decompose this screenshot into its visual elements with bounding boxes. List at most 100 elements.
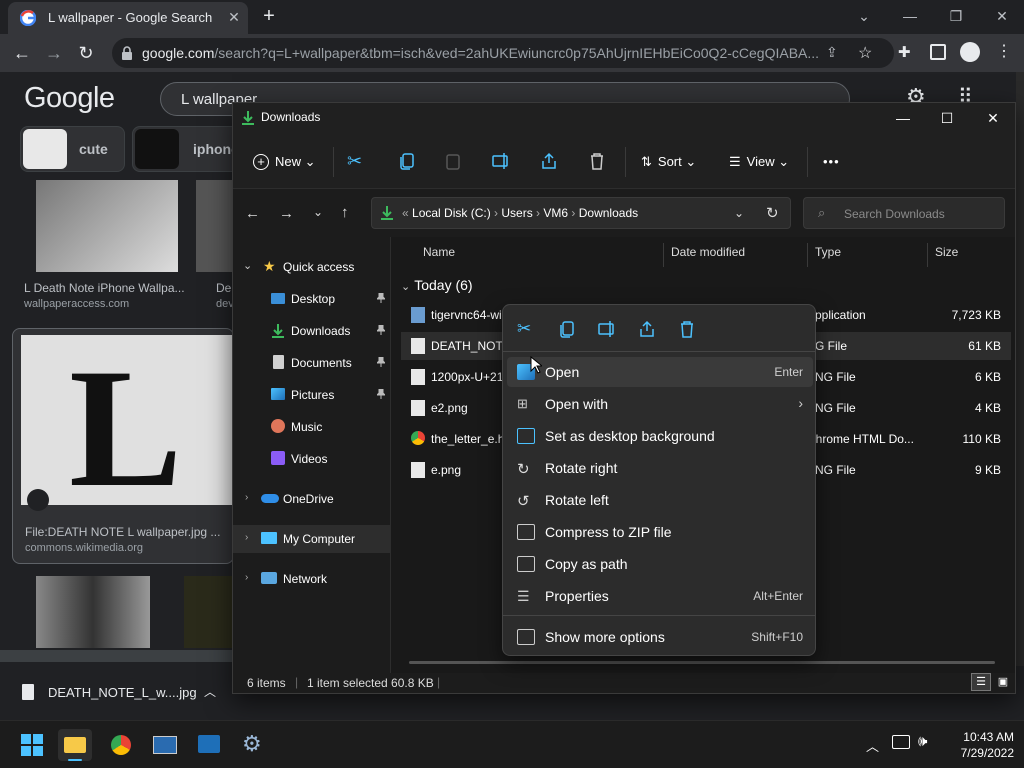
explorer-maximize-button[interactable]: ☐ — [927, 107, 967, 129]
chevron-up-icon[interactable]: ︿ — [204, 683, 216, 700]
start-windows-icon[interactable] — [20, 733, 44, 757]
recent-locations-icon[interactable]: ⌄ — [313, 205, 323, 219]
details-view-icon[interactable]: ☰ — [971, 673, 991, 691]
nav-videos[interactable]: Videos — [233, 445, 391, 473]
nav-downloads[interactable]: Downloads — [233, 317, 391, 345]
taskbar-app-remote[interactable] — [192, 729, 226, 761]
clock-date[interactable]: 7/29/2022 — [940, 746, 1014, 760]
column-header-size[interactable]: Size — [935, 245, 958, 259]
share-icon[interactable] — [539, 151, 561, 173]
nav-documents[interactable]: Documents — [233, 349, 391, 377]
result-caption[interactable]: De — [216, 281, 231, 295]
result-caption[interactable]: File:DEATH NOTE L wallpaper.jpg ... — [25, 525, 220, 539]
up-arrow-icon[interactable]: ↑ — [341, 204, 349, 221]
column-header-type[interactable]: Type — [815, 245, 841, 259]
result-image-4[interactable] — [36, 576, 150, 648]
breadcrumb-item[interactable]: Users — [501, 206, 532, 220]
bookmark-star-icon[interactable]: ☆ — [858, 43, 876, 62]
nav-onedrive[interactable]: › OneDrive — [233, 485, 391, 513]
horizontal-scrollbar[interactable] — [409, 661, 995, 664]
taskbar-chrome[interactable] — [104, 729, 138, 761]
back-arrow-icon[interactable]: ← — [245, 205, 260, 222]
cut-icon[interactable]: ✂ — [347, 151, 369, 173]
menu-item-compress-zip[interactable]: Compress to ZIP file — [507, 517, 813, 547]
menu-item-properties[interactable]: ☰ Properties Alt+Enter — [507, 581, 813, 611]
menu-item-copy-as-path[interactable]: Copy as path — [507, 549, 813, 579]
menu-item-set-desktop-background[interactable]: Set as desktop background — [507, 421, 813, 451]
breadcrumb-item[interactable]: VM6 — [543, 206, 568, 220]
result-caption[interactable]: L Death Note iPhone Wallpa... — [24, 281, 185, 295]
clock-time[interactable]: 10:43 AM — [940, 730, 1014, 744]
explorer-search-input[interactable]: ⌕ Search Downloads — [803, 197, 1005, 229]
taskbar-settings[interactable]: ⚙ — [236, 729, 270, 761]
nav-pictures[interactable]: Pictures — [233, 381, 391, 409]
column-divider[interactable] — [927, 243, 928, 267]
chip-iphone[interactable]: iphone — [132, 126, 242, 172]
tab-close-icon[interactable]: ✕ — [226, 9, 242, 25]
view-button[interactable]: ☰ View ⌄ — [729, 151, 789, 173]
selected-result-card[interactable]: L File:DEATH NOTE L wallpaper.jpg ... co… — [12, 328, 235, 564]
nav-network[interactable]: › Network — [233, 565, 391, 593]
nav-music[interactable]: Music — [233, 413, 391, 441]
extensions-icon[interactable]: ✚ — [898, 43, 916, 61]
menu-kebab-icon[interactable]: ⋮ — [996, 42, 1012, 62]
close-button[interactable]: ✕ — [988, 4, 1016, 28]
tab-search-icon[interactable]: ⌄ — [850, 4, 878, 28]
side-panel-icon[interactable] — [930, 44, 946, 60]
delete-icon[interactable] — [587, 151, 609, 173]
refresh-icon[interactable]: ↻ — [766, 204, 779, 222]
profile-avatar[interactable] — [960, 42, 980, 62]
back-button[interactable]: ← — [10, 41, 34, 65]
minimize-button[interactable]: — — [896, 4, 924, 28]
explorer-close-button[interactable]: ✕ — [973, 107, 1013, 129]
tiles-view-icon[interactable]: ▣ — [993, 673, 1013, 691]
breadcrumb-item[interactable]: Downloads — [579, 206, 638, 220]
rename-icon[interactable] — [597, 319, 617, 339]
group-header-today[interactable]: ⌄ Today (6) — [401, 277, 473, 293]
share-icon[interactable]: ⇪ — [826, 44, 844, 62]
menu-item-rotate-left[interactable]: ↺ Rotate left — [507, 485, 813, 515]
download-file-name[interactable]: DEATH_NOTE_L_w....jpg — [48, 685, 197, 700]
taskbar-file-explorer[interactable] — [58, 729, 92, 761]
browser-tab[interactable]: L wallpaper - Google Search ✕ — [8, 2, 248, 34]
horizontal-scrollbar[interactable] — [0, 650, 232, 662]
nav-my-computer[interactable]: › My Computer — [233, 525, 391, 553]
menu-item-rotate-right[interactable]: ↻ Rotate right — [507, 453, 813, 483]
forward-button[interactable]: → — [42, 41, 66, 65]
rename-icon[interactable] — [491, 151, 513, 173]
volume-icon[interactable]: 🕪 — [918, 733, 927, 750]
network-tray-icon[interactable] — [892, 735, 910, 749]
column-divider[interactable] — [807, 243, 808, 267]
reload-button[interactable]: ↻ — [74, 41, 98, 65]
column-header-name[interactable]: Name — [423, 245, 455, 259]
more-options-button[interactable]: ••• — [823, 151, 840, 173]
nav-desktop[interactable]: Desktop — [233, 285, 391, 313]
result-image-2[interactable] — [196, 180, 236, 272]
google-logo[interactable]: Google — [24, 82, 115, 115]
column-header-date[interactable]: Date modified — [671, 245, 745, 259]
restore-button[interactable]: ❐ — [942, 4, 970, 28]
column-divider[interactable] — [663, 243, 664, 267]
delete-icon[interactable] — [677, 319, 697, 339]
chevron-down-icon[interactable]: ⌄ — [734, 206, 744, 220]
new-button[interactable]: + New ⌄ — [253, 151, 316, 173]
menu-item-open[interactable]: Open Enter — [507, 357, 813, 387]
vertical-scrollbar[interactable] — [1016, 72, 1024, 666]
forward-arrow-icon[interactable]: → — [279, 205, 294, 222]
taskbar-app-monitor[interactable] — [148, 729, 182, 761]
address-bar[interactable]: google.com/search?q=L+wallpaper&tbm=isch… — [112, 38, 894, 68]
copy-icon[interactable] — [397, 151, 419, 173]
new-tab-button[interactable]: + — [258, 6, 280, 28]
menu-item-show-more-options[interactable]: Show more options Shift+F10 — [507, 622, 813, 652]
explorer-minimize-button[interactable]: — — [883, 107, 923, 129]
chevron-up-icon[interactable]: ︿ — [866, 736, 879, 755]
share-icon[interactable] — [637, 319, 657, 339]
breadcrumb-item[interactable]: Local Disk (C:) — [412, 206, 491, 220]
paste-icon[interactable] — [443, 151, 465, 173]
cut-icon[interactable]: ✂ — [517, 319, 537, 339]
nav-quick-access[interactable]: ⌄ ★ Quick access — [233, 253, 391, 281]
copy-icon[interactable] — [557, 319, 577, 339]
sort-button[interactable]: ⇅ Sort ⌄ — [641, 151, 696, 173]
result-image-5[interactable] — [184, 576, 232, 648]
result-image-1[interactable] — [36, 180, 178, 272]
